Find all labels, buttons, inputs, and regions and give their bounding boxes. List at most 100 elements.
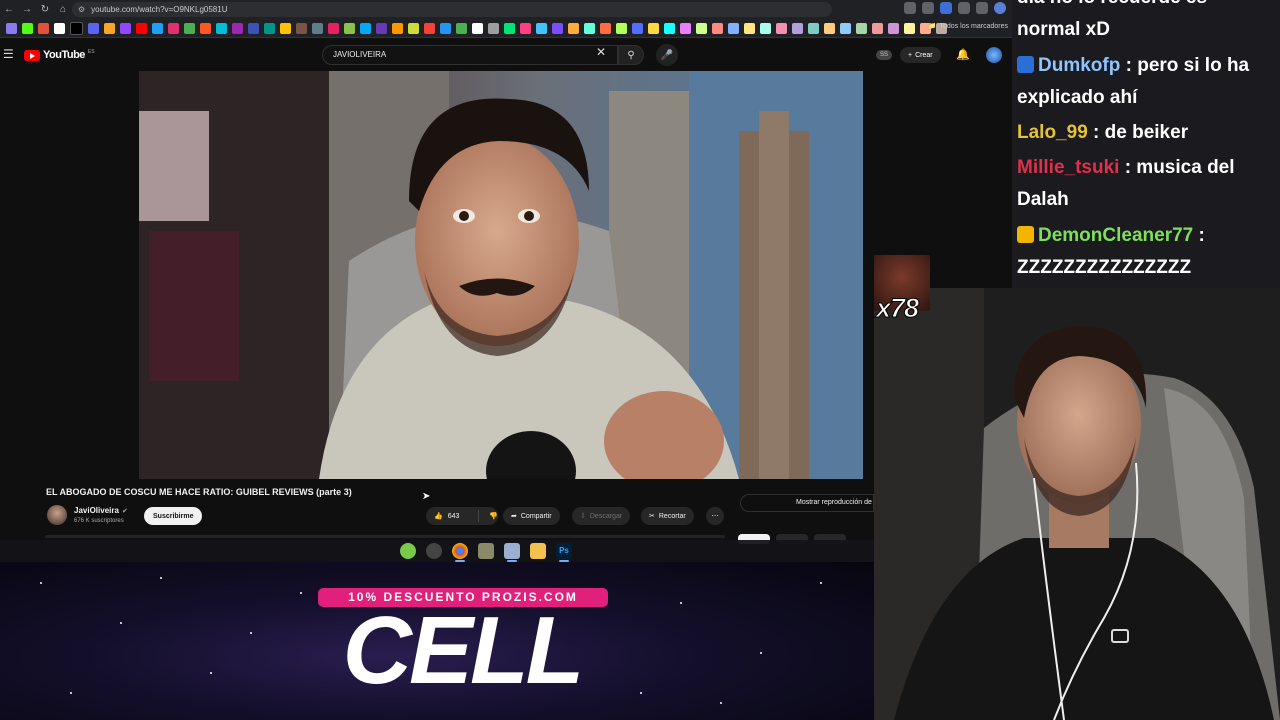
bookmark-icon[interactable] [360, 22, 371, 34]
download-button[interactable]: ⇩ Descargar [572, 507, 631, 525]
bookmark-icon[interactable] [664, 22, 675, 34]
bookmark-icon[interactable] [440, 22, 451, 34]
chat-username[interactable]: Dumkofp [1038, 55, 1120, 76]
chat-username[interactable]: Millie_tsuki [1017, 157, 1119, 178]
bookmark-icon[interactable] [168, 22, 179, 34]
bookmark-icon[interactable] [22, 22, 33, 34]
bookmark-icon[interactable] [344, 22, 355, 34]
create-button[interactable]: + Crear [900, 47, 941, 63]
chat-username[interactable]: Lalo_99 [1017, 122, 1088, 143]
reload-icon[interactable]: ↻ [36, 0, 54, 19]
bookmark-icon[interactable] [840, 22, 851, 34]
extension-icon[interactable] [958, 2, 970, 14]
bookmark-icon[interactable] [152, 22, 163, 34]
bookmark-icon[interactable] [488, 22, 499, 34]
profile-icon[interactable] [994, 2, 1006, 14]
photoshop-icon[interactable]: Ps [556, 543, 572, 562]
bookmark-icon[interactable] [504, 22, 515, 34]
bookmark-icon[interactable] [328, 22, 339, 34]
show-chat-replay-button[interactable]: Mostrar reproducción de chat [740, 494, 874, 512]
channel-name[interactable]: JaviOliveira [74, 506, 119, 515]
bookmark-icon[interactable] [904, 22, 915, 34]
extension-icon[interactable] [940, 2, 952, 14]
bookmark-icon[interactable] [472, 22, 483, 34]
like-button[interactable]: 👍 643 [426, 510, 480, 522]
extension-icon[interactable] [922, 2, 934, 14]
bookmark-icon[interactable] [824, 22, 835, 34]
bookmark-icon[interactable] [120, 22, 131, 34]
bookmark-icon[interactable] [200, 22, 211, 34]
bookmark-icon[interactable] [136, 22, 147, 34]
bookmark-icon[interactable] [184, 22, 195, 34]
chat-username[interactable]: DemonCleaner77 [1038, 225, 1193, 246]
share-button[interactable]: ➦ Compartir [503, 507, 560, 525]
subscribe-button[interactable]: Suscribirme [144, 507, 203, 525]
search-button[interactable]: ⚲ [618, 45, 644, 65]
bookmark-icon[interactable] [680, 22, 691, 34]
app-icon[interactable] [400, 543, 416, 559]
bookmark-icon[interactable] [104, 22, 115, 34]
extension-icon[interactable] [976, 2, 988, 14]
bookmark-icon[interactable] [424, 22, 435, 34]
description-box[interactable] [45, 535, 725, 538]
address-bar[interactable]: ⚙ youtube.com/watch?v=O9NKLg0581U [72, 2, 832, 17]
bookmark-icon[interactable] [776, 22, 787, 34]
back-icon[interactable]: ← [0, 0, 18, 19]
more-actions-button[interactable]: ⋯ [706, 507, 724, 525]
bookmark-icon[interactable] [296, 22, 307, 34]
app-icon[interactable] [504, 543, 520, 562]
bookmark-icon[interactable] [408, 22, 419, 34]
bookmark-icon[interactable] [632, 22, 643, 34]
video-player[interactable] [139, 71, 863, 479]
site-info-icon[interactable]: ⚙ [78, 5, 85, 14]
bookmark-icon[interactable] [264, 22, 275, 34]
all-bookmarks-folder[interactable]: 📁 Todos los marcadores [928, 22, 1008, 31]
bookmark-icon[interactable] [280, 22, 291, 34]
extension-icon[interactable] [904, 2, 916, 14]
bookmark-icon[interactable] [648, 22, 659, 34]
bookmark-icon[interactable] [520, 22, 531, 34]
file-explorer-icon[interactable] [530, 543, 546, 559]
bookmark-icon[interactable] [232, 22, 243, 34]
bookmark-icon[interactable] [600, 22, 611, 34]
bookmark-icon[interactable] [70, 21, 83, 35]
bookmark-icon[interactable] [872, 22, 883, 34]
bookmark-icon[interactable] [552, 22, 563, 34]
bookmark-icon[interactable] [616, 22, 627, 34]
bookmark-icon[interactable] [696, 22, 707, 34]
search-input[interactable] [331, 49, 595, 60]
bookmark-icon[interactable] [728, 22, 739, 34]
bookmark-icon[interactable] [536, 22, 547, 34]
bookmark-icon[interactable] [744, 22, 755, 34]
voice-search-button[interactable]: 🎤 [656, 44, 678, 66]
bookmark-icon[interactable] [54, 22, 65, 34]
forward-icon[interactable]: → [18, 0, 36, 19]
bookmark-icon[interactable] [376, 22, 387, 34]
clear-search-icon[interactable]: ✕ [596, 45, 606, 59]
bookmark-icon[interactable] [312, 22, 323, 34]
bookmark-icon[interactable] [38, 22, 49, 34]
bookmark-icon[interactable] [856, 22, 867, 34]
notifications-bell-icon[interactable]: 🔔 [956, 48, 970, 61]
bookmark-icon[interactable] [216, 22, 227, 34]
bookmark-icon[interactable] [456, 22, 467, 34]
bookmark-icon[interactable] [392, 22, 403, 34]
bookmark-icon[interactable] [792, 22, 803, 34]
bookmark-icon[interactable] [88, 22, 99, 34]
settings-icon[interactable] [426, 543, 442, 559]
bookmark-icon[interactable] [568, 22, 579, 34]
bookmark-icon[interactable] [248, 22, 259, 34]
app-icon[interactable] [478, 543, 494, 559]
bookmark-icon[interactable] [808, 22, 819, 34]
ss-badge[interactable]: SS [876, 50, 892, 60]
dislike-button[interactable]: 👎 [483, 512, 498, 520]
youtube-logo[interactable]: YouTube ES [24, 49, 95, 61]
bookmark-icon[interactable] [584, 22, 595, 34]
bookmark-icon[interactable] [6, 22, 17, 34]
bookmark-icon[interactable] [888, 22, 899, 34]
hamburger-menu-icon[interactable]: ☰ [3, 47, 14, 61]
account-avatar[interactable] [986, 47, 1002, 63]
home-icon[interactable]: ⌂ [54, 0, 72, 19]
clip-button[interactable]: ✂ Recortar [641, 507, 694, 525]
bookmark-icon[interactable] [760, 22, 771, 34]
